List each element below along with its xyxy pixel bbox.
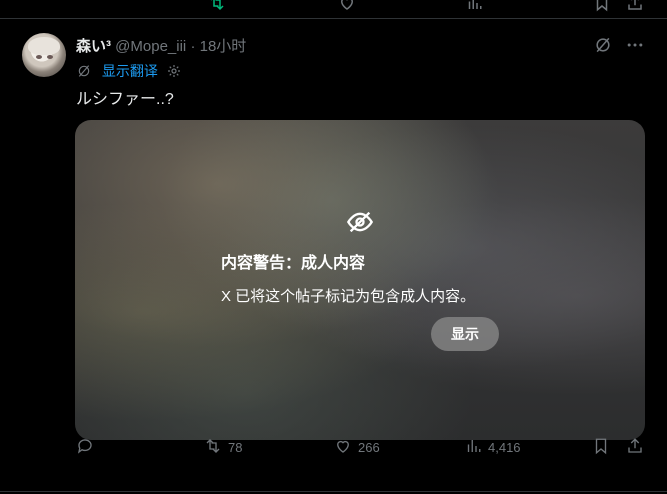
post-time[interactable]: 18小时 (200, 38, 247, 55)
blurred-media[interactable]: 内容警告：成人内容 X 已将这个帖子标记为包含成人内容。 显示 (75, 120, 645, 440)
bookmark-icon (592, 437, 610, 458)
share-icon[interactable] (626, 0, 644, 17)
share-button[interactable] (626, 437, 644, 458)
share-icon (626, 437, 644, 458)
views-button[interactable]: 4,416 (464, 437, 521, 458)
like-icon[interactable] (338, 0, 356, 17)
eye-off-icon (346, 208, 374, 236)
like-count: 266 (358, 440, 380, 455)
views-icon (464, 437, 482, 458)
previous-post-action-bar (0, 0, 667, 19)
author-name[interactable]: 森い³ (76, 38, 111, 55)
translate-row: 显示翻译 (76, 61, 182, 81)
show-translation-link[interactable]: 显示翻译 (102, 63, 158, 79)
grok-icon[interactable] (593, 37, 617, 59)
author-handle[interactable]: @Mope_iii (115, 38, 186, 55)
post-top-icons (593, 35, 645, 60)
separator: · (190, 38, 196, 55)
retweet-icon (204, 437, 222, 458)
reply-icon (76, 437, 94, 458)
bookmark-icon[interactable] (593, 0, 611, 17)
repost-count: 78 (228, 440, 243, 455)
avatar[interactable] (22, 33, 66, 77)
retweet-icon[interactable] (208, 0, 226, 17)
like-button[interactable]: 266 (334, 437, 380, 458)
settings-gear-icon[interactable] (166, 63, 182, 79)
content-warning-message: X 已将这个帖子标记为包含成人内容。 (221, 288, 476, 305)
grok-translate-icon (76, 63, 96, 79)
repost-button[interactable]: 78 (204, 437, 242, 458)
divider (0, 491, 667, 492)
post-header: 森い³ @Mope_iii · 18小时 (76, 35, 246, 56)
reply-button[interactable] (76, 437, 94, 458)
post-text: ルシファー..? (76, 91, 174, 108)
heart-icon (334, 437, 352, 458)
post-action-bar: 78 266 4,416 (0, 437, 667, 459)
content-warning-title: 内容警告：成人内容 (221, 255, 366, 272)
post[interactable]: 森い³ @Mope_iii · 18小时 显示翻译 ルシファー..? 内容警告：… (0, 19, 667, 491)
views-icon[interactable] (465, 0, 483, 17)
more-options-icon[interactable] (625, 42, 645, 59)
bookmark-button[interactable] (592, 437, 610, 458)
view-count: 4,416 (488, 440, 521, 455)
show-content-button[interactable]: 显示 (431, 317, 499, 351)
